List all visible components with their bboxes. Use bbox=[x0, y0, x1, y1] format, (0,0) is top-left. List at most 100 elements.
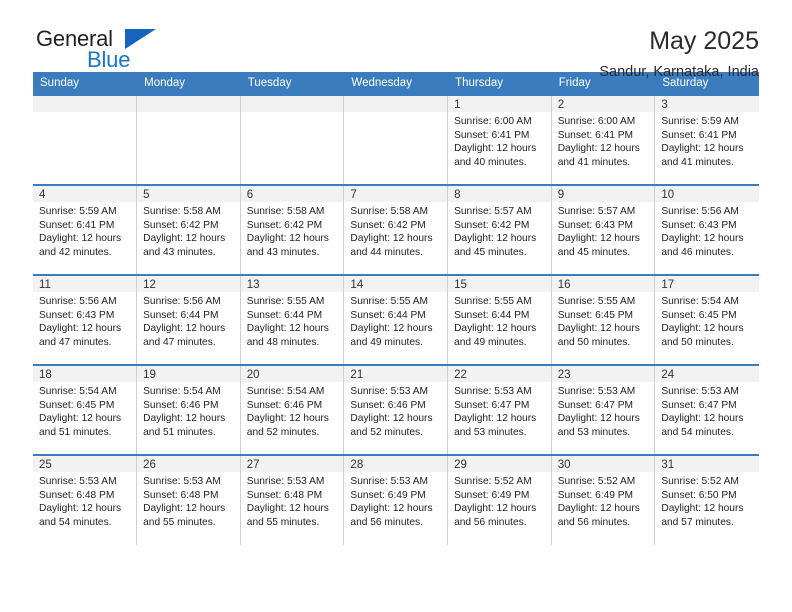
day-number: 16 bbox=[551, 276, 655, 292]
daylight-text-line2: and 43 minutes. bbox=[143, 246, 216, 258]
calendar-day-cell[interactable]: 2 Sunrise: 6:00 AM Sunset: 6:41 PM Dayli… bbox=[551, 94, 656, 185]
daylight-text-line1: Daylight: 12 hours bbox=[246, 503, 329, 515]
day-details: Sunrise: 6:00 AM Sunset: 6:41 PM Dayligh… bbox=[448, 112, 551, 169]
sunrise-text: Sunrise: 5:58 AM bbox=[350, 206, 429, 217]
general-blue-logo[interactable]: General Blue bbox=[33, 26, 163, 74]
sunrise-text: Sunrise: 5:55 AM bbox=[557, 296, 636, 307]
calendar-day-cell[interactable]: 27 Sunrise: 5:53 AM Sunset: 6:48 PM Dayl… bbox=[240, 454, 345, 545]
calendar-day-cell[interactable]: 5 Sunrise: 5:58 AM Sunset: 6:42 PM Dayli… bbox=[136, 184, 241, 275]
calendar-day-cell[interactable]: 22 Sunrise: 5:53 AM Sunset: 6:47 PM Dayl… bbox=[447, 364, 552, 455]
calendar-day-cell[interactable]: 30 Sunrise: 5:52 AM Sunset: 6:49 PM Dayl… bbox=[551, 454, 656, 545]
calendar-day-cell[interactable]: 21 Sunrise: 5:53 AM Sunset: 6:46 PM Dayl… bbox=[343, 364, 449, 455]
calendar-day-cell[interactable]: 12 Sunrise: 5:56 AM Sunset: 6:44 PM Dayl… bbox=[136, 274, 241, 365]
day-details: Sunrise: 5:53 AM Sunset: 6:48 PM Dayligh… bbox=[33, 472, 136, 529]
calendar-day-cell[interactable]: 28 Sunrise: 5:53 AM Sunset: 6:49 PM Dayl… bbox=[343, 454, 449, 545]
logo-triangle-icon bbox=[125, 29, 156, 49]
calendar-day-cell[interactable]: 17 Sunrise: 5:54 AM Sunset: 6:45 PM Dayl… bbox=[654, 274, 759, 365]
calendar-day-cell[interactable]: 7 Sunrise: 5:58 AM Sunset: 6:42 PM Dayli… bbox=[343, 184, 449, 275]
daylight-text-line2: and 56 minutes. bbox=[557, 516, 631, 528]
calendar-day-cell[interactable]: 16 Sunrise: 5:55 AM Sunset: 6:45 PM Dayl… bbox=[551, 274, 656, 365]
daylight-text-line1: Daylight: 12 hours bbox=[661, 233, 744, 245]
day-number: 19 bbox=[137, 366, 240, 382]
sunset-text: Sunset: 6:43 PM bbox=[661, 219, 737, 231]
calendar-day-cell[interactable]: 8 Sunrise: 5:57 AM Sunset: 6:42 PM Dayli… bbox=[447, 184, 552, 275]
sunrise-text: Sunrise: 5:54 AM bbox=[143, 386, 221, 397]
calendar-day-cell[interactable]: 14 Sunrise: 5:55 AM Sunset: 6:44 PM Dayl… bbox=[343, 274, 449, 365]
daylight-text-line2: and 49 minutes. bbox=[350, 336, 423, 348]
calendar-day-cell[interactable]: 3 Sunrise: 5:59 AM Sunset: 6:41 PM Dayli… bbox=[654, 94, 759, 185]
day-details: Sunrise: 5:55 AM Sunset: 6:45 PM Dayligh… bbox=[552, 292, 655, 349]
calendar-day-cell[interactable] bbox=[33, 94, 138, 185]
calendar-day-cell[interactable]: 10 Sunrise: 5:56 AM Sunset: 6:43 PM Dayl… bbox=[654, 184, 759, 275]
sunrise-text: Sunrise: 5:54 AM bbox=[39, 386, 117, 397]
sunrise-text: Sunrise: 5:57 AM bbox=[557, 206, 636, 217]
calendar-day-cell[interactable] bbox=[343, 94, 449, 185]
daylight-text-line2: and 56 minutes. bbox=[454, 516, 527, 528]
daylight-text-line1: Daylight: 12 hours bbox=[557, 233, 640, 245]
day-number: 2 bbox=[551, 96, 655, 112]
calendar-day-cell[interactable]: 19 Sunrise: 5:54 AM Sunset: 6:46 PM Dayl… bbox=[136, 364, 241, 455]
day-number: 22 bbox=[448, 366, 551, 382]
daylight-text-line2: and 45 minutes. bbox=[557, 246, 631, 258]
day-number bbox=[137, 96, 240, 112]
calendar-day-cell[interactable]: 9 Sunrise: 5:57 AM Sunset: 6:43 PM Dayli… bbox=[551, 184, 656, 275]
page-header: General Blue May 2025 Sandur, Karnataka,… bbox=[33, 0, 759, 80]
day-number: 23 bbox=[551, 366, 655, 382]
calendar-day-cell[interactable]: 6 Sunrise: 5:58 AM Sunset: 6:42 PM Dayli… bbox=[240, 184, 345, 275]
calendar-day-cell[interactable]: 4 Sunrise: 5:59 AM Sunset: 6:41 PM Dayli… bbox=[33, 184, 138, 275]
calendar-day-cell[interactable]: 15 Sunrise: 5:55 AM Sunset: 6:44 PM Dayl… bbox=[447, 274, 552, 365]
sunset-text: Sunset: 6:47 PM bbox=[557, 399, 634, 411]
sunrise-text: Sunrise: 5:53 AM bbox=[661, 386, 739, 397]
calendar-day-cell[interactable]: 26 Sunrise: 5:53 AM Sunset: 6:48 PM Dayl… bbox=[136, 454, 241, 545]
calendar-day-cell[interactable]: 23 Sunrise: 5:53 AM Sunset: 6:47 PM Dayl… bbox=[551, 364, 656, 455]
day-number: 5 bbox=[137, 186, 240, 202]
day-cell-content: 19 Sunrise: 5:54 AM Sunset: 6:46 PM Dayl… bbox=[137, 366, 240, 454]
calendar-day-cell[interactable]: 29 Sunrise: 5:52 AM Sunset: 6:49 PM Dayl… bbox=[447, 454, 552, 545]
sunset-text: Sunset: 6:44 PM bbox=[454, 309, 530, 321]
day-details: Sunrise: 5:53 AM Sunset: 6:48 PM Dayligh… bbox=[137, 472, 240, 529]
day-details: Sunrise: 5:53 AM Sunset: 6:47 PM Dayligh… bbox=[655, 382, 758, 439]
calendar-day-cell[interactable]: 25 Sunrise: 5:53 AM Sunset: 6:48 PM Dayl… bbox=[33, 454, 138, 545]
day-number: 24 bbox=[655, 366, 759, 382]
sunrise-text: Sunrise: 5:53 AM bbox=[350, 476, 429, 487]
calendar-day-cell[interactable]: 31 Sunrise: 5:52 AM Sunset: 6:50 PM Dayl… bbox=[654, 454, 759, 545]
calendar-body: 1 Sunrise: 6:00 AM Sunset: 6:41 PM Dayli… bbox=[33, 94, 759, 545]
sunrise-text: Sunrise: 5:58 AM bbox=[143, 206, 221, 217]
weekday-header-monday: Monday bbox=[136, 72, 241, 95]
calendar-day-cell[interactable]: 13 Sunrise: 5:55 AM Sunset: 6:44 PM Dayl… bbox=[240, 274, 345, 365]
day-number bbox=[240, 96, 344, 112]
sunset-text: Sunset: 6:48 PM bbox=[246, 489, 323, 501]
daylight-text-line1: Daylight: 12 hours bbox=[557, 503, 640, 515]
day-number bbox=[33, 96, 137, 112]
calendar-day-cell[interactable]: 11 Sunrise: 5:56 AM Sunset: 6:43 PM Dayl… bbox=[33, 274, 138, 365]
daylight-text-line2: and 43 minutes. bbox=[246, 246, 320, 258]
sunset-text: Sunset: 6:48 PM bbox=[39, 489, 115, 501]
day-cell-content: 24 Sunrise: 5:53 AM Sunset: 6:47 PM Dayl… bbox=[655, 366, 759, 454]
day-number: 6 bbox=[240, 186, 344, 202]
calendar-week-row: 25 Sunrise: 5:53 AM Sunset: 6:48 PM Dayl… bbox=[33, 454, 759, 545]
daylight-text-line1: Daylight: 12 hours bbox=[454, 143, 537, 155]
day-cell-content: 13 Sunrise: 5:55 AM Sunset: 6:44 PM Dayl… bbox=[240, 276, 344, 364]
daylight-text-line1: Daylight: 12 hours bbox=[143, 503, 226, 515]
day-details: Sunrise: 6:00 AM Sunset: 6:41 PM Dayligh… bbox=[552, 112, 655, 169]
daylight-text-line2: and 48 minutes. bbox=[246, 336, 320, 348]
day-details: Sunrise: 5:52 AM Sunset: 6:49 PM Dayligh… bbox=[552, 472, 655, 529]
sunrise-text: Sunrise: 5:59 AM bbox=[661, 116, 739, 127]
daylight-text-line2: and 47 minutes. bbox=[143, 336, 216, 348]
calendar-day-cell[interactable]: 24 Sunrise: 5:53 AM Sunset: 6:47 PM Dayl… bbox=[654, 364, 759, 455]
day-details: Sunrise: 5:56 AM Sunset: 6:43 PM Dayligh… bbox=[655, 202, 758, 259]
calendar-day-cell[interactable]: 1 Sunrise: 6:00 AM Sunset: 6:41 PM Dayli… bbox=[447, 94, 552, 185]
day-number: 7 bbox=[344, 186, 448, 202]
day-cell-content: 15 Sunrise: 5:55 AM Sunset: 6:44 PM Dayl… bbox=[448, 276, 551, 364]
calendar-day-cell[interactable] bbox=[240, 94, 345, 185]
calendar-day-cell[interactable]: 18 Sunrise: 5:54 AM Sunset: 6:45 PM Dayl… bbox=[33, 364, 138, 455]
day-details: Sunrise: 5:53 AM Sunset: 6:47 PM Dayligh… bbox=[552, 382, 655, 439]
day-number: 4 bbox=[33, 186, 137, 202]
day-number: 21 bbox=[344, 366, 448, 382]
calendar-day-cell[interactable] bbox=[136, 94, 241, 185]
sunset-text: Sunset: 6:44 PM bbox=[143, 309, 219, 321]
daylight-text-line2: and 52 minutes. bbox=[350, 426, 423, 438]
day-details: Sunrise: 5:53 AM Sunset: 6:48 PM Dayligh… bbox=[241, 472, 344, 529]
calendar-day-cell[interactable]: 20 Sunrise: 5:54 AM Sunset: 6:46 PM Dayl… bbox=[240, 364, 345, 455]
day-cell-content: 5 Sunrise: 5:58 AM Sunset: 6:42 PM Dayli… bbox=[137, 186, 240, 274]
